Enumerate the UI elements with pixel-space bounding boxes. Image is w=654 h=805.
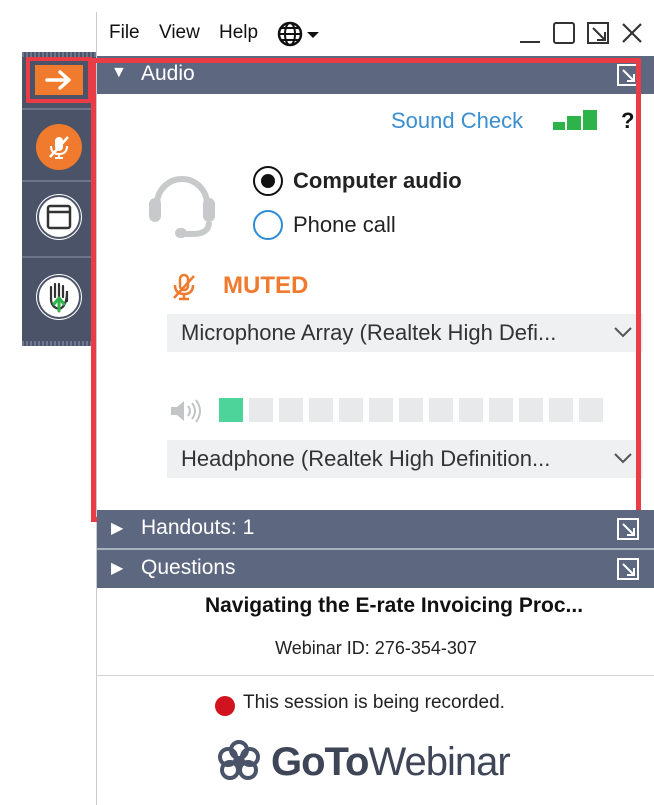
level-meter-cell	[279, 398, 303, 422]
raise-hand-button[interactable]	[36, 274, 82, 320]
pop-out-icon	[617, 64, 639, 86]
raise-hand-icon	[37, 275, 81, 319]
pop-out-icon	[587, 22, 609, 44]
speaker-level-meter	[219, 398, 605, 422]
flower-logo-icon	[218, 740, 260, 780]
maximize-button[interactable]	[551, 20, 577, 46]
grab-tab-toolbar	[22, 52, 96, 346]
divider	[97, 675, 654, 676]
expand-arrow-icon: ▶	[111, 520, 124, 537]
phone-call-label[interactable]: Phone call	[293, 212, 396, 238]
pop-out-icon	[617, 558, 639, 580]
audio-pane: Sound Check ? Computer audio Phone call …	[97, 94, 654, 514]
sound-check-link[interactable]: Sound Check	[391, 108, 523, 134]
level-meter-cell	[489, 398, 513, 422]
arrow-right-icon	[35, 65, 83, 95]
speaker-select-value: Headphone (Realtek High Definition...	[181, 446, 551, 471]
muted-status-label: MUTED	[223, 272, 309, 299]
handouts-section-title: Handouts: 1	[141, 516, 255, 539]
audio-section-header[interactable]: ▼ Audio	[97, 56, 654, 94]
level-meter-cell	[429, 398, 453, 422]
pop-out-icon	[617, 518, 639, 540]
toolbar-grip	[22, 341, 96, 346]
phone-call-radio[interactable]	[253, 210, 283, 240]
toolbar-divider	[22, 180, 96, 182]
menu-bar: File View Help	[97, 12, 654, 56]
microphone-muted-icon	[49, 136, 69, 159]
computer-audio-label[interactable]: Computer audio	[293, 168, 462, 194]
level-meter-cell	[399, 398, 423, 422]
toolbar-divider	[22, 108, 96, 110]
level-meter-cell	[369, 398, 393, 422]
close-icon	[622, 23, 642, 43]
screen-icon	[37, 195, 81, 239]
chevron-down-icon	[614, 327, 632, 338]
speaker-select[interactable]: Headphone (Realtek High Definition...	[167, 440, 643, 478]
level-meter-cell	[309, 398, 333, 422]
help-button[interactable]: ?	[621, 108, 634, 134]
level-meter-cell	[549, 398, 573, 422]
webinar-title: Navigating the E-rate Invoicing Proc...	[204, 594, 584, 617]
level-meter-cell	[459, 398, 483, 422]
chevron-down-icon	[614, 453, 632, 464]
webinar-id: Webinar ID: 276-354-307	[275, 638, 477, 658]
control-panel: File View Help ▼ Audio Sound Check ? Com…	[91, 12, 654, 805]
recording-dot-icon	[215, 696, 235, 716]
brand-webinar: Webinar	[368, 739, 510, 784]
globe-icon	[277, 21, 319, 47]
close-button[interactable]	[619, 20, 645, 46]
maximize-icon	[553, 22, 575, 44]
expand-arrow-icon: ▶	[111, 560, 124, 577]
computer-audio-radio[interactable]	[253, 166, 283, 196]
minimize-button[interactable]	[517, 20, 543, 46]
level-meter-cell	[219, 398, 243, 422]
level-meter-cell	[249, 398, 273, 422]
pop-out-button[interactable]	[585, 20, 611, 46]
handouts-section-header[interactable]: ▶ Handouts: 1	[97, 510, 654, 548]
show-hide-control-panel-button[interactable]	[26, 57, 92, 103]
menu-help[interactable]: Help	[219, 22, 258, 44]
level-meter-cell	[519, 398, 543, 422]
pop-out-pane-button[interactable]	[617, 558, 639, 580]
pop-out-pane-button[interactable]	[617, 64, 639, 86]
headset-icon	[149, 176, 215, 238]
menu-view[interactable]: View	[159, 22, 200, 44]
pop-out-pane-button[interactable]	[617, 518, 639, 540]
brand-goto: GoTo	[271, 739, 369, 784]
microphone-muted-icon	[173, 273, 195, 301]
minimize-icon	[520, 41, 540, 43]
signal-strength-icon	[553, 110, 597, 130]
microphone-select-value: Microphone Array (Realtek High Defi...	[181, 320, 557, 345]
questions-section-title: Questions	[141, 556, 236, 579]
toolbar-divider	[22, 256, 96, 258]
audio-section-title: Audio	[141, 62, 195, 85]
questions-section-header[interactable]: ▶ Questions	[97, 550, 654, 588]
level-meter-cell	[339, 398, 363, 422]
microphone-select[interactable]: Microphone Array (Realtek High Defi...	[167, 314, 643, 352]
gotowebinar-logo: GoTo Webinar	[215, 734, 511, 790]
speaker-icon	[171, 399, 201, 423]
language-menu-button[interactable]	[277, 20, 327, 48]
screen-toggle-button[interactable]	[36, 194, 82, 240]
recording-notice: This session is being recorded.	[243, 692, 505, 713]
microphone-mute-button[interactable]	[36, 124, 82, 170]
level-meter-cell	[579, 398, 603, 422]
collapse-arrow-icon: ▼	[111, 64, 127, 81]
menu-file[interactable]: File	[109, 22, 140, 44]
